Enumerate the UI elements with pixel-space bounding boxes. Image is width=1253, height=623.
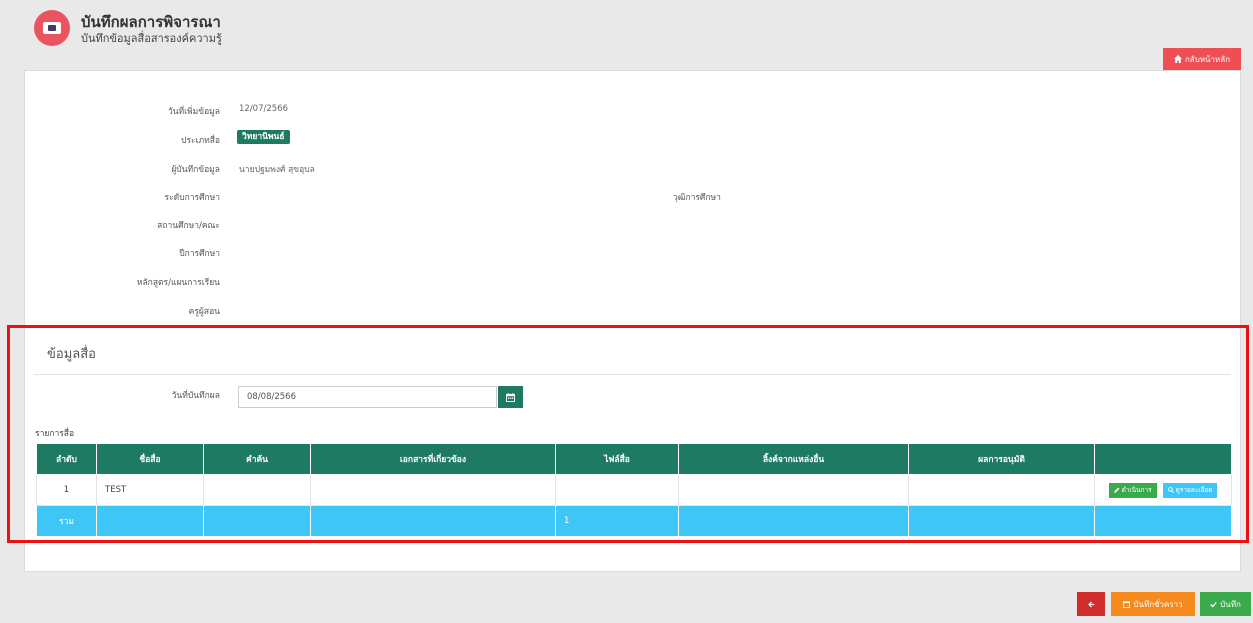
cell-file xyxy=(555,474,679,506)
check-icon xyxy=(1210,601,1217,608)
total-cell-keyword xyxy=(203,505,311,537)
calendar-icon xyxy=(506,392,515,402)
recorder-label: ผู้บันทึกข้อมูล xyxy=(171,165,220,175)
curriculum-label: หลักสูตร/แผนการเรียน xyxy=(136,278,220,288)
teacher-label: ครูผู้สอน xyxy=(188,307,220,317)
calendar-button[interactable] xyxy=(498,386,523,408)
total-row: รวม 1 xyxy=(36,505,1232,537)
media-list-label: รายการสื่อ xyxy=(35,429,75,439)
home-button[interactable]: กลับหน้าหลัก xyxy=(1163,48,1241,70)
view-details-button[interactable]: ดูรายละเอียด xyxy=(1162,482,1218,498)
institution-label: สถานศึกษา/คณะ xyxy=(157,221,220,231)
process-button[interactable]: ดำเนินการ xyxy=(1108,482,1157,498)
media-type-badge: วิทยานิพนธ์ xyxy=(237,130,290,144)
header-monitor-icon xyxy=(34,10,70,46)
col-header-actions xyxy=(1094,443,1232,475)
col-header-keyword: คำค้น xyxy=(203,443,311,475)
calendar-icon xyxy=(1123,600,1131,608)
col-header-file: ไฟล์สื่อ xyxy=(555,443,679,475)
home-button-label: กลับหน้าหลัก xyxy=(1184,54,1231,64)
process-button-label: ดำเนินการ xyxy=(1121,486,1152,494)
cell-no: 1 xyxy=(36,474,97,506)
cell-actions: ดำเนินการ ดูรายละเอียด xyxy=(1094,474,1232,506)
save-draft-button[interactable]: บันทึกชั่วคราว xyxy=(1111,592,1195,616)
media-type-label: ประเภทสื่อ xyxy=(181,136,220,146)
view-details-label: ดูรายละเอียด xyxy=(1175,486,1213,494)
total-cell-actions xyxy=(1094,505,1232,537)
cell-name: TEST xyxy=(96,474,204,506)
edu-level-label: ระดับการศึกษา xyxy=(164,193,220,203)
col-header-approval: ผลการอนุมัติ xyxy=(908,443,1095,475)
recorder-value: นายปฐมพงศ์ สุขอุบล xyxy=(239,165,315,175)
col-header-name: ชื่อสื่อ xyxy=(96,443,204,475)
col-header-link: ลิ้งค์จากแหล่งอื่น xyxy=(678,443,909,475)
total-file-count: 1 xyxy=(555,505,679,537)
section-divider xyxy=(34,374,1231,375)
media-table: ลำดับ ชื่อสื่อ คำค้น เอกสารที่เกี่ยวข้อง… xyxy=(36,443,1232,537)
year-label: ปีการศึกษา xyxy=(179,249,220,259)
back-button[interactable] xyxy=(1077,592,1105,616)
cell-approval xyxy=(908,474,1095,506)
total-label: รวม xyxy=(36,505,97,537)
date-added-label: วันที่เพิ่มข้อมูล xyxy=(167,107,220,117)
total-cell-approval xyxy=(908,505,1095,537)
total-cell-documents xyxy=(310,505,556,537)
cell-documents xyxy=(310,474,556,506)
search-icon xyxy=(1167,487,1174,493)
table-row: 1 TEST ดำเนินการ ดูรายละเอียด xyxy=(36,474,1232,506)
save-button[interactable]: บันทึก xyxy=(1200,592,1251,616)
col-header-no: ลำดับ xyxy=(36,443,97,475)
date-added-value: 12/07/2566 xyxy=(239,104,288,114)
record-date-label: วันที่บันทึกผล xyxy=(171,391,220,401)
page-subtitle: บันทึกข้อมูลสื่อสารองค์ความรู้ xyxy=(81,32,222,45)
arrow-left-icon xyxy=(1087,601,1094,607)
media-section-title: ข้อมูลสื่อ xyxy=(47,347,96,362)
col-header-documents: เอกสารที่เกี่ยวข้อง xyxy=(310,443,556,475)
total-cell-link xyxy=(678,505,909,537)
record-date-input[interactable] xyxy=(238,386,497,408)
total-cell-name xyxy=(96,505,204,537)
save-label: บันทึก xyxy=(1220,599,1241,609)
table-header-row: ลำดับ ชื่อสื่อ คำค้น เอกสารที่เกี่ยวข้อง… xyxy=(36,443,1232,475)
degree-label: วุฒิการศึกษา xyxy=(673,193,721,203)
cell-link xyxy=(678,474,909,506)
home-icon xyxy=(1173,55,1182,63)
cell-keyword xyxy=(203,474,311,506)
pencil-icon xyxy=(1113,487,1119,493)
save-draft-label: บันทึกชั่วคราว xyxy=(1133,599,1183,609)
